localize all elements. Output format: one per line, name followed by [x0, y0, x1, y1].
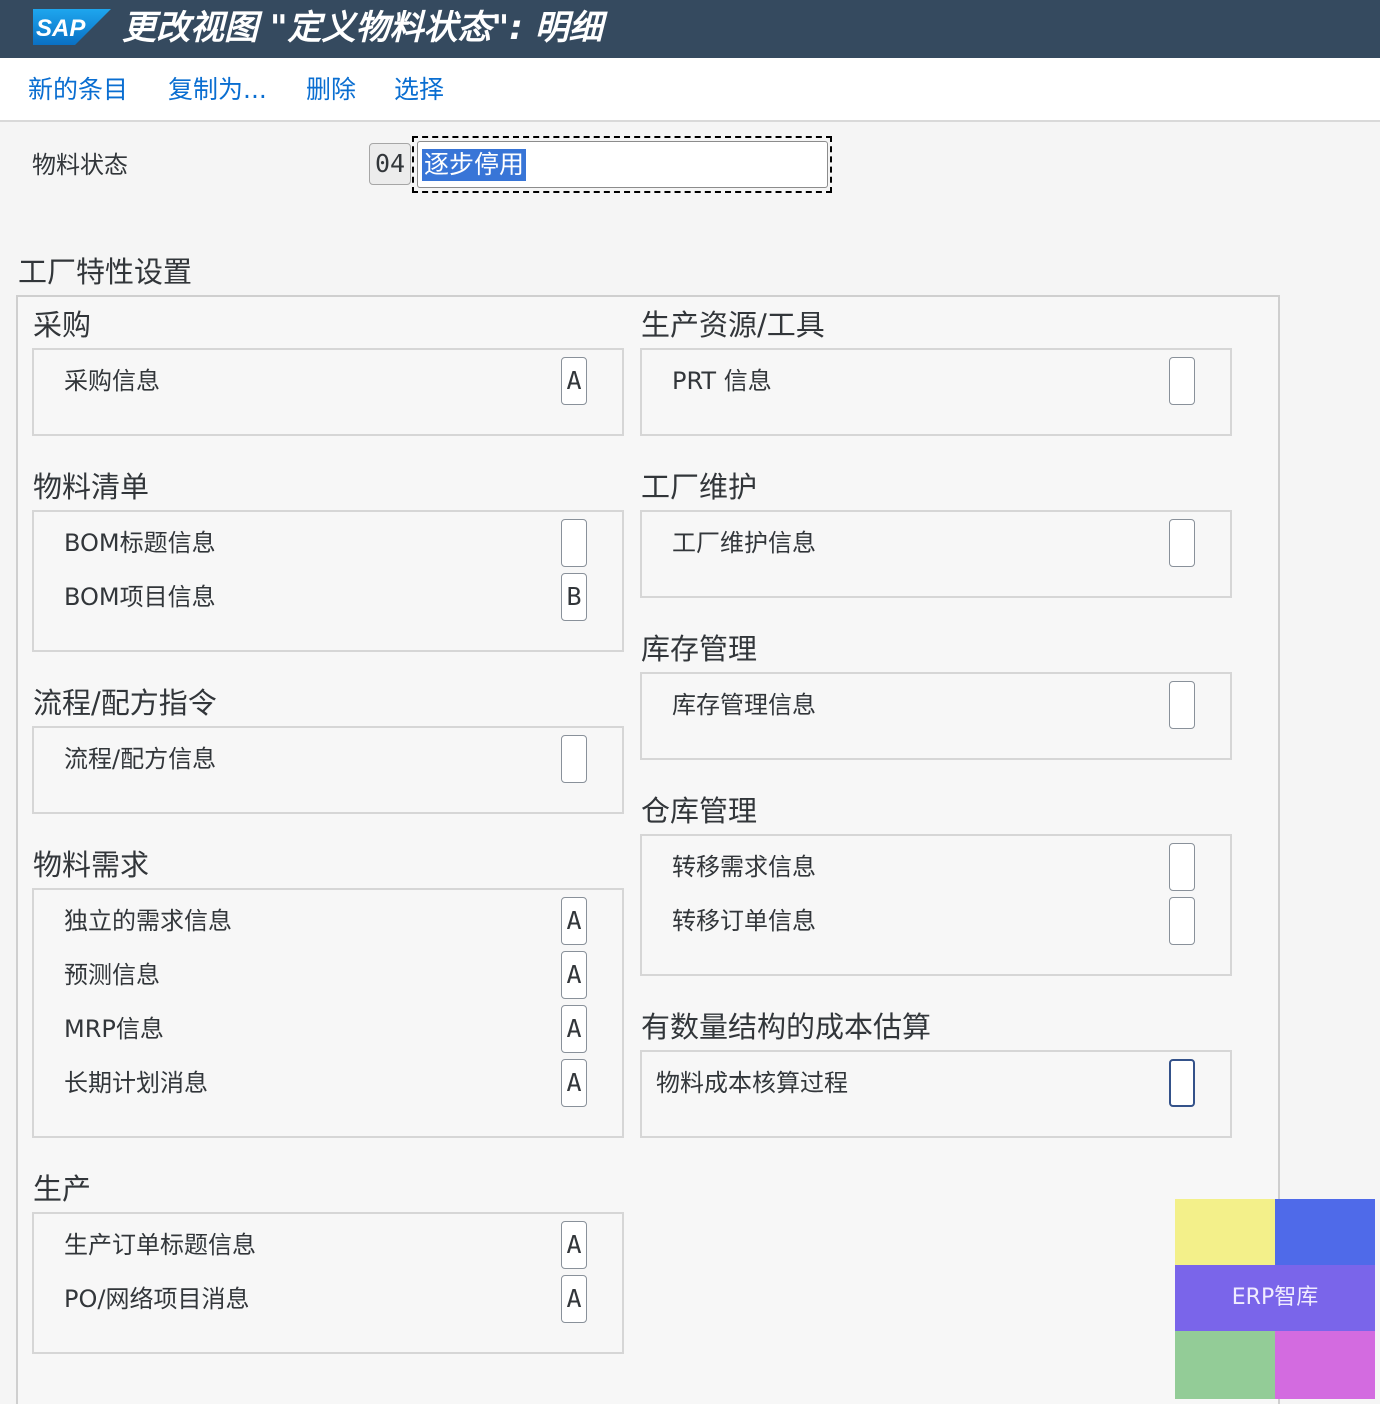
inventory-info-label: 库存管理信息 [672, 691, 816, 719]
long-term-planning-field[interactable]: A [561, 1059, 587, 1107]
prt-info-field[interactable] [1169, 357, 1195, 405]
svg-text:SAP: SAP [36, 15, 86, 42]
plant-maintenance-info-label: 工厂维护信息 [672, 529, 816, 557]
recipe-info-label: 流程/配方信息 [64, 745, 217, 773]
watermark-pink-tile [1275, 1331, 1375, 1399]
po-network-item-label: PO/网络项目消息 [64, 1285, 250, 1313]
purchasing-title: 采购 [33, 308, 92, 342]
mrp-info-label: MRP信息 [64, 1015, 164, 1043]
bom-item-info-field[interactable]: B [561, 573, 587, 621]
transfer-requirement-label: 转移需求信息 [672, 853, 816, 881]
transfer-order-label: 转移订单信息 [672, 907, 816, 935]
application-toolbar: 新的条目 复制为... 删除 选择 [0, 58, 1380, 122]
bom-item-info-label: BOM项目信息 [64, 583, 216, 611]
sap-logo: SAP [33, 9, 111, 45]
material-status-label: 物料状态 [32, 151, 128, 179]
material-status-description-input[interactable]: 逐步停用 [417, 141, 828, 188]
po-network-item-field[interactable]: A [561, 1275, 587, 1323]
plant-maintenance-title: 工厂维护 [641, 470, 758, 504]
independent-req-info-label: 独立的需求信息 [64, 907, 232, 935]
forecast-info-field[interactable]: A [561, 951, 587, 999]
page-title: 更改视图 "定义物料状态": 明细 [122, 8, 603, 48]
prt-title: 生产资源/工具 [641, 308, 825, 342]
recipe-title: 流程/配方指令 [33, 686, 217, 720]
costing-title: 有数量结构的成本估算 [641, 1010, 932, 1044]
bom-title: 物料清单 [33, 470, 150, 504]
independent-req-info-field[interactable]: A [561, 897, 587, 945]
plant-maintenance-info-field[interactable] [1169, 519, 1195, 567]
bom-header-info-field[interactable] [561, 519, 587, 567]
costing-info-label: 物料成本核算过程 [656, 1069, 848, 1097]
watermark-green-tile [1175, 1331, 1275, 1399]
watermark: ERP智库 [1175, 1199, 1375, 1399]
bom-header-info-label: BOM标题信息 [64, 529, 216, 557]
copy-as-button[interactable]: 复制为... [168, 72, 267, 108]
production-order-header-field[interactable]: A [561, 1221, 587, 1269]
inventory-title: 库存管理 [641, 632, 758, 666]
mrp-info-field[interactable]: A [561, 1005, 587, 1053]
mrp-title: 物料需求 [33, 848, 150, 882]
long-term-planning-label: 长期计划消息 [64, 1069, 208, 1097]
warehouse-title: 仓库管理 [641, 794, 758, 828]
watermark-yellow-tile [1175, 1199, 1275, 1265]
inventory-info-field[interactable] [1169, 681, 1195, 729]
purchasing-info-label: 采购信息 [64, 367, 160, 395]
delete-button[interactable]: 删除 [306, 72, 356, 108]
select-button[interactable]: 选择 [394, 72, 444, 108]
production-title: 生产 [33, 1172, 92, 1206]
production-order-header-label: 生产订单标题信息 [64, 1231, 256, 1259]
forecast-info-label: 预测信息 [64, 961, 160, 989]
recipe-info-field[interactable] [561, 735, 587, 783]
watermark-blue-tile [1275, 1199, 1375, 1265]
title-bar: SAP 更改视图 "定义物料状态": 明细 [0, 0, 1380, 58]
prt-info-label: PRT 信息 [672, 367, 772, 395]
plant-settings-title: 工厂特性设置 [18, 255, 193, 289]
costing-info-field[interactable] [1169, 1059, 1195, 1107]
transfer-requirement-field[interactable] [1169, 843, 1195, 891]
purchasing-info-field[interactable]: A [561, 357, 587, 405]
material-status-description-text: 逐步停用 [422, 149, 527, 181]
new-entries-button[interactable]: 新的条目 [28, 72, 128, 108]
transfer-order-field[interactable] [1169, 897, 1195, 945]
watermark-text: ERP智库 [1175, 1265, 1375, 1331]
material-status-key-field[interactable]: 04 [369, 143, 411, 185]
